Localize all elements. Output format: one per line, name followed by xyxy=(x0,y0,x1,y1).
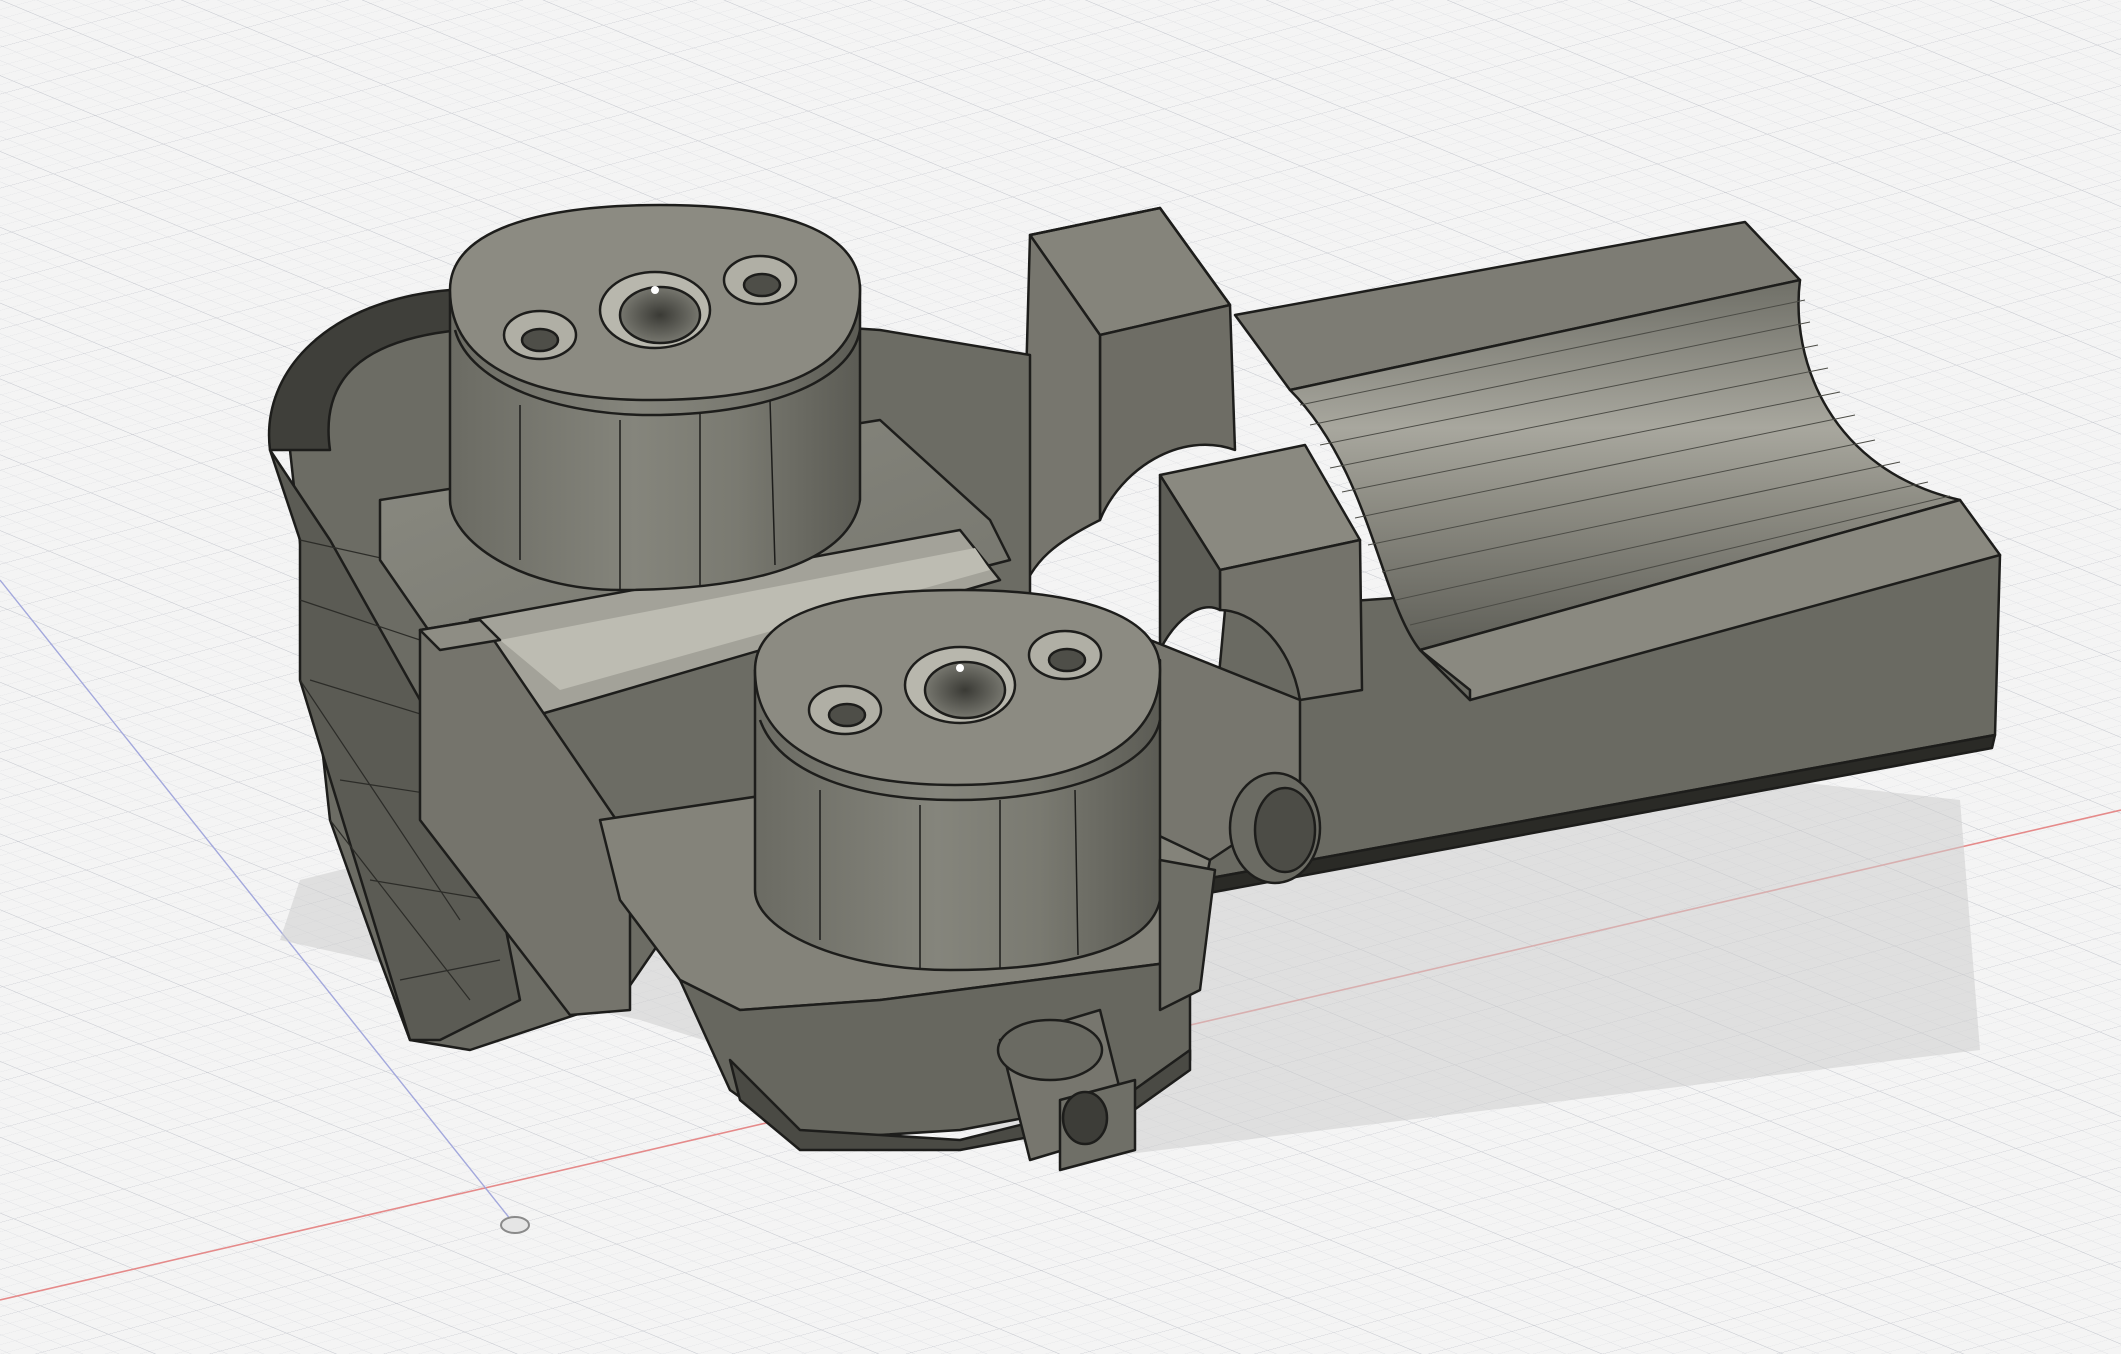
canvas-viewport[interactable] xyxy=(0,0,2121,1354)
upper-cylinder xyxy=(448,203,862,592)
side-hole xyxy=(1228,771,1322,885)
lower-cylinder xyxy=(753,588,1162,972)
origin-point-icon[interactable] xyxy=(500,1216,530,1234)
3d-scene[interactable] xyxy=(0,0,2121,1354)
